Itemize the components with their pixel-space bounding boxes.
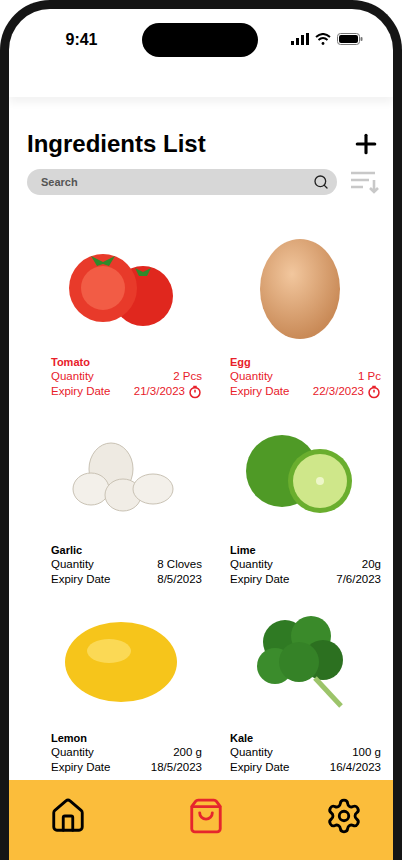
ingredient-card[interactable]: GarlicQuantity 8 Cloves Expiry Date 8/5/202…	[51, 411, 202, 587]
expiry-value: 18/5/2023	[151, 760, 202, 775]
ingredient-card[interactable]: TomatoQuantity 2 Pcs Expiry Date 21/3/2023	[51, 223, 202, 399]
timer-icon	[367, 385, 381, 399]
battery-icon	[337, 33, 363, 45]
ingredient-picture	[51, 223, 190, 349]
expiry-label: Expiry Date	[230, 572, 289, 587]
nav-item[interactable]	[49, 797, 87, 835]
ingredient-grid: TomatoQuantity2 PcsExpiry Date21/3/2023E…	[27, 223, 381, 775]
quantity-row: Quantity 20g	[230, 557, 381, 572]
ingredient-picture	[51, 411, 190, 537]
expiry-row: Expiry Date 21/3/2023	[51, 384, 202, 399]
expiry-value: 21/3/2023	[134, 384, 202, 399]
quantity-value: 1 Pc	[358, 369, 381, 384]
expiry-row: Expiry Date 7/6/2023	[230, 572, 381, 587]
expiry-row: Expiry Date 16/4/2023	[230, 760, 381, 775]
ingredient-name: Lemon	[51, 731, 202, 745]
search-input[interactable]	[39, 175, 313, 189]
dynamic-island	[142, 23, 258, 57]
signal-icon	[291, 33, 309, 45]
status-bar: 9:41	[9, 9, 393, 97]
expiry-value: 16/4/2023	[330, 760, 381, 775]
egg-image	[255, 231, 345, 341]
ingredient-name: Egg	[230, 355, 381, 369]
quantity-value: 200 g	[173, 745, 202, 760]
settings-icon	[325, 797, 363, 835]
search-field	[27, 169, 337, 195]
quantity-label: Quantity	[230, 745, 273, 760]
lime-image	[240, 429, 360, 519]
plus-icon	[351, 129, 381, 159]
expiry-row: Expiry Date 18/5/2023	[51, 760, 202, 775]
ingredient-picture	[230, 223, 369, 349]
home-icon	[49, 797, 87, 835]
garlic-image	[61, 429, 181, 519]
status-icons	[260, 23, 393, 45]
quantity-label: Quantity	[230, 557, 273, 572]
expiry-value: 22/3/2023	[313, 384, 381, 399]
nav-item[interactable]	[325, 797, 363, 835]
ingredient-name: Garlic	[51, 543, 202, 557]
nav-item[interactable]	[187, 797, 225, 835]
quantity-value: 8 Cloves	[157, 557, 202, 572]
sort-button[interactable]	[349, 169, 381, 195]
ingredient-picture	[51, 599, 190, 725]
title-row: Ingredients List	[27, 129, 381, 159]
ingredient-card[interactable]: LimeQuantity 20g Expiry Date 7/6/2023	[230, 411, 381, 587]
expiry-row: Expiry Date 8/5/2023	[51, 572, 202, 587]
ingredient-picture	[230, 599, 369, 725]
phone-frame: 9:41Ingredients ListTomatoQuantity2 PcsE…	[0, 0, 402, 860]
search-icon	[313, 174, 329, 190]
expiry-label: Expiry Date	[230, 384, 289, 399]
expiry-row: Expiry Date 22/3/2023	[230, 384, 381, 399]
expiry-label: Expiry Date	[230, 760, 289, 775]
ingredient-name: Lime	[230, 543, 381, 557]
ingredient-card[interactable]: LemonQuantity 200 g Expiry Date 18/5/2023	[51, 599, 202, 775]
quantity-label: Quantity	[51, 557, 94, 572]
quantity-row: Quantity 200 g	[51, 745, 202, 760]
ingredient-name: Tomato	[51, 355, 202, 369]
quantity-row: Quantity 2 Pcs	[51, 369, 202, 384]
ingredient-card[interactable]: KaleQuantity 100 g Expiry Date 16/4/2023	[230, 599, 381, 775]
quantity-label: Quantity	[51, 369, 94, 384]
bottom-nav	[9, 780, 393, 860]
sort-icon	[349, 169, 381, 195]
ingredient-picture	[230, 411, 369, 537]
expiry-label: Expiry Date	[51, 760, 110, 775]
ingredient-name: Kale	[230, 731, 381, 745]
timer-icon	[188, 385, 202, 399]
quantity-row: Quantity 8 Cloves	[51, 557, 202, 572]
ingredient-card[interactable]: EggQuantity 1 Pc Expiry Date 22/3/2023	[230, 223, 381, 399]
quantity-label: Quantity	[51, 745, 94, 760]
quantity-value: 100 g	[352, 745, 381, 760]
search-row	[27, 169, 381, 195]
add-button[interactable]	[351, 129, 381, 159]
wifi-icon	[315, 33, 331, 45]
page-title: Ingredients List	[27, 130, 206, 158]
quantity-row: Quantity 1 Pc	[230, 369, 381, 384]
tomato-image	[61, 236, 181, 336]
quantity-value: 20g	[362, 557, 381, 572]
expiry-label: Expiry Date	[51, 572, 110, 587]
quantity-row: Quantity 100 g	[230, 745, 381, 760]
expiry-label: Expiry Date	[51, 384, 110, 399]
expiry-value: 8/5/2023	[157, 572, 202, 587]
lemon-image	[61, 617, 181, 707]
quantity-label: Quantity	[230, 369, 273, 384]
content: Ingredients ListTomatoQuantity2 PcsExpir…	[9, 97, 393, 780]
kale-image	[245, 612, 355, 712]
bag-icon	[187, 797, 225, 835]
expiry-value: 7/6/2023	[336, 572, 381, 587]
status-time: 9:41	[9, 23, 142, 49]
quantity-value: 2 Pcs	[173, 369, 202, 384]
